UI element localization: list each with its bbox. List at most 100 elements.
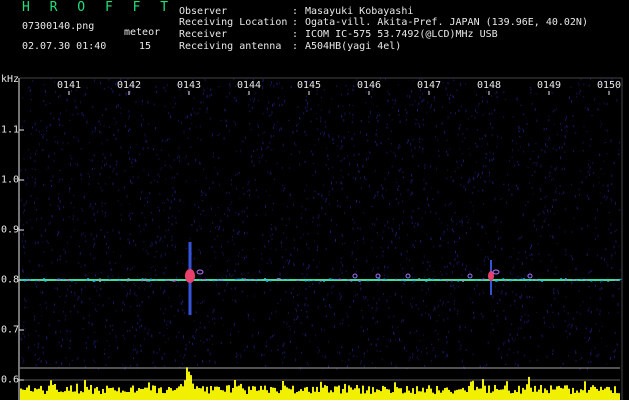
noise-speck <box>312 216 314 219</box>
noise-speck <box>409 331 411 334</box>
noise-speck <box>185 347 187 351</box>
noise-speck <box>218 228 220 231</box>
noise-speck <box>227 214 228 218</box>
level-bar <box>542 392 544 400</box>
noise-speck <box>53 117 55 120</box>
noise-speck <box>306 310 308 313</box>
noise-speck <box>514 164 516 166</box>
level-bar <box>512 393 514 400</box>
noise-speck <box>124 186 126 189</box>
noise-speck <box>504 341 506 345</box>
noise-speck <box>60 112 61 115</box>
noise-speck <box>388 93 390 96</box>
noise-speck <box>603 173 605 175</box>
noise-speck <box>391 361 392 365</box>
noise-speck <box>556 107 558 110</box>
noise-speck <box>461 153 463 155</box>
level-bar <box>508 390 510 400</box>
noise-speck <box>384 274 386 276</box>
level-bar <box>458 389 460 400</box>
noise-speck <box>91 159 93 163</box>
noise-speck <box>359 227 361 231</box>
noise-speck <box>128 110 130 113</box>
noise-speck <box>70 290 72 294</box>
noise-speck <box>501 290 503 293</box>
noise-speck <box>184 157 186 160</box>
noise-speck <box>551 205 553 208</box>
noise-speck <box>489 112 491 115</box>
noise-speck <box>203 168 205 170</box>
noise-speck <box>590 361 592 363</box>
noise-speck <box>614 331 616 334</box>
noise-speck <box>313 259 314 261</box>
noise-speck <box>553 199 555 202</box>
noise-speck <box>324 200 326 203</box>
noise-speck <box>339 322 341 325</box>
noise-speck <box>200 138 202 141</box>
level-bar <box>320 381 322 400</box>
noise-speck <box>30 99 32 101</box>
noise-speck <box>345 270 347 273</box>
noise-speck <box>436 319 438 322</box>
noise-speck <box>23 325 25 328</box>
noise-speck <box>316 265 318 268</box>
level-bar <box>556 386 558 400</box>
noise-speck <box>41 315 43 317</box>
level-bar <box>126 392 128 400</box>
noise-speck <box>335 239 336 242</box>
noise-speck <box>177 350 179 352</box>
noise-speck <box>437 338 439 341</box>
noise-speck <box>476 175 478 178</box>
noise-speck <box>321 131 323 134</box>
level-bar <box>134 392 136 400</box>
noise-speck <box>24 251 26 254</box>
noise-speck <box>447 242 449 244</box>
level-bar <box>532 391 534 400</box>
noise-speck <box>427 101 429 104</box>
noise-speck <box>465 265 467 267</box>
noise-speck <box>165 266 167 269</box>
noise-speck <box>412 155 414 158</box>
noise-speck <box>29 219 31 221</box>
noise-speck <box>189 237 191 240</box>
noise-speck <box>107 86 109 88</box>
noise-speck <box>446 139 448 141</box>
noise-speck <box>592 162 594 164</box>
noise-speck <box>135 143 137 146</box>
level-bar <box>598 390 600 400</box>
noise-speck <box>578 92 580 95</box>
noise-speck <box>129 233 131 235</box>
noise-speck <box>85 341 87 344</box>
noise-speck <box>340 295 342 299</box>
noise-speck <box>306 105 308 108</box>
noise-speck <box>129 212 131 215</box>
noise-speck <box>588 286 590 288</box>
noise-speck <box>247 190 248 193</box>
noise-speck <box>318 214 320 218</box>
noise-speck <box>119 237 121 240</box>
level-bar <box>440 392 442 400</box>
noise-speck <box>467 180 469 184</box>
level-bar <box>586 392 588 400</box>
noise-speck <box>321 194 323 198</box>
level-bar <box>338 385 340 400</box>
noise-speck <box>299 118 301 120</box>
noise-speck <box>180 95 182 97</box>
noise-speck <box>375 140 377 143</box>
noise-speck <box>59 94 61 97</box>
carrier-speck <box>504 280 507 282</box>
noise-speck <box>383 269 385 271</box>
noise-speck <box>312 174 314 176</box>
noise-speck <box>577 82 579 84</box>
carrier-speck <box>253 279 256 281</box>
noise-speck <box>167 244 168 248</box>
noise-speck <box>40 217 42 220</box>
noise-speck <box>112 275 114 277</box>
noise-speck <box>179 160 181 163</box>
noise-speck <box>613 245 615 249</box>
noise-speck <box>84 365 86 368</box>
noise-speck <box>203 101 204 103</box>
noise-speck <box>514 303 516 305</box>
noise-speck <box>542 335 544 338</box>
noise-speck <box>604 142 606 144</box>
